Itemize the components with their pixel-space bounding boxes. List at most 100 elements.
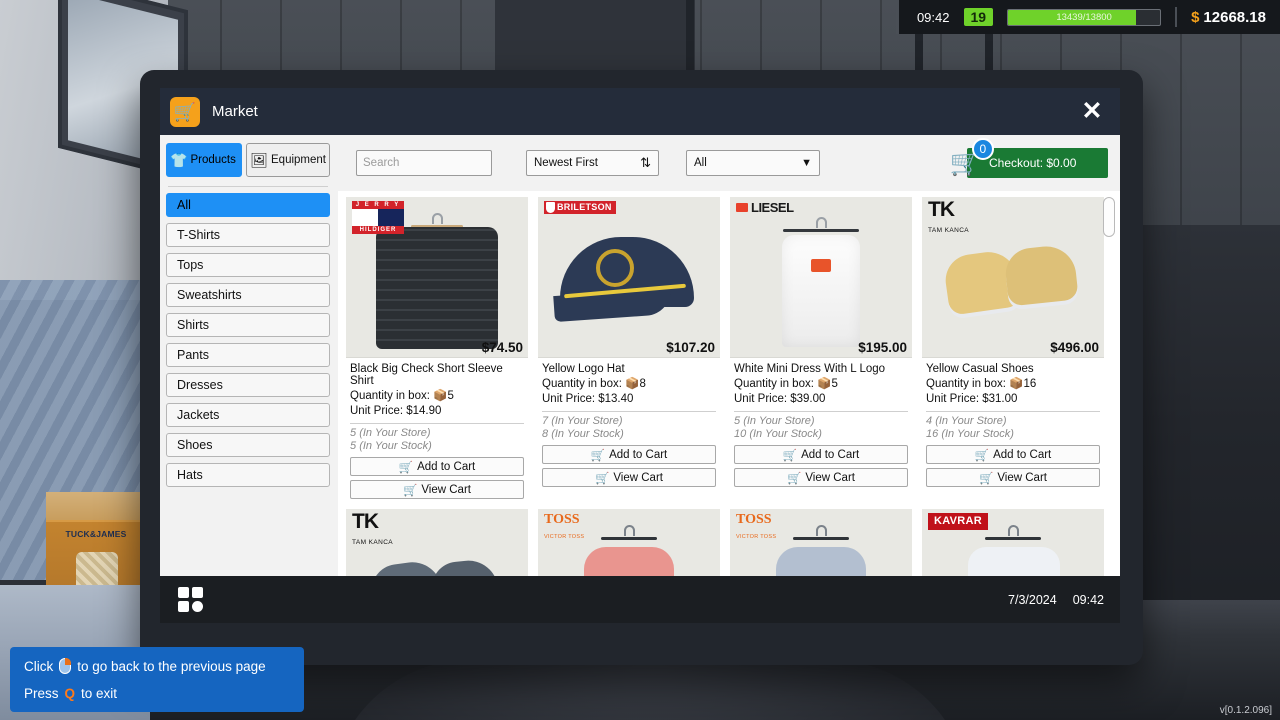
product-unit-price-line: Unit Price: $14.90 xyxy=(346,404,528,419)
sidebar-item-sweatshirts[interactable]: Sweatshirts xyxy=(166,283,330,307)
quantity-in-box-label: Quantity in box: xyxy=(350,390,430,402)
cart-plus-icon: 🛒 xyxy=(782,449,798,462)
category-list: All T-Shirts Tops Sweatshirts Shirts Pan… xyxy=(166,193,330,487)
cart-plus-icon: 🛒 xyxy=(590,449,606,462)
plaid-shirt-image xyxy=(376,227,498,349)
product-card[interactable]: TOSS VICTOR TOSS xyxy=(538,509,720,576)
view-cart-button[interactable]: 🛒 View Cart xyxy=(542,468,716,487)
tab-equipment[interactable]: 🖼 Equipment xyxy=(246,143,330,177)
divider xyxy=(734,411,908,412)
sort-dropdown[interactable]: Newest First ⇅ xyxy=(526,150,659,176)
hud-xp-bar: 13439/13800 xyxy=(1007,8,1162,26)
add-to-cart-label: Add to Cart xyxy=(801,448,860,461)
product-card[interactable]: LIESEL $195.00 White Mini Dress With L L… xyxy=(730,197,912,499)
search-input[interactable] xyxy=(363,157,517,169)
product-image: TOSS VICTOR TOSS xyxy=(730,509,912,576)
mouse-right-click-icon xyxy=(59,657,72,674)
monitor-bezel: 🛒 Market ✕ 👕 Products 🖼 Equipment All T-… xyxy=(140,70,1143,665)
scrollbar-track[interactable] xyxy=(1103,191,1118,576)
product-unit-price-line: Unit Price: $13.40 xyxy=(538,392,720,407)
brand-logo-tam-kanca: TK TAM KANCA xyxy=(928,198,970,234)
product-unit-price-line: Unit Price: $31.00 xyxy=(922,392,1104,407)
in-store-line: 7 (In Your Store) xyxy=(538,415,720,428)
in-stock-value: 8 xyxy=(542,428,549,440)
unit-price-value: $39.00 xyxy=(790,393,826,405)
product-qty-line: Quantity in box: 📦16 xyxy=(922,377,1104,392)
tab-products[interactable]: 👕 Products xyxy=(166,143,243,177)
control-hint-box: Click to go back to the previous page Pr… xyxy=(10,647,304,712)
window-title: Market xyxy=(212,103,258,120)
product-grid-scroll: J E R R Y HILDIGER $74.50 Black Big Chec… xyxy=(338,191,1120,576)
start-grid-icon[interactable] xyxy=(178,587,203,612)
filter-dropdown[interactable]: All ▼ xyxy=(686,150,820,176)
add-to-cart-button[interactable]: 🛒 Add to Cart xyxy=(542,445,716,464)
sidebar-item-pants[interactable]: Pants xyxy=(166,343,330,367)
in-stock-label: (In Your Stock) xyxy=(551,428,624,440)
office-chair xyxy=(330,660,970,720)
hint-click-label: Click xyxy=(24,658,54,674)
unit-price-label: Unit Price: xyxy=(734,393,788,405)
product-card[interactable]: BRILETSON $107.20 Yellow Logo Hat Quanti… xyxy=(538,197,720,499)
sort-updown-icon: ⇅ xyxy=(640,155,651,170)
sidebar-item-shoes[interactable]: Shoes xyxy=(166,433,330,457)
grey-shoes-image xyxy=(368,558,446,576)
box-icon: 📦 xyxy=(433,390,448,402)
in-store-value: 4 xyxy=(926,415,933,427)
content-area: Newest First ⇅ All ▼ 🛒 0 Checkout: $0.00 xyxy=(338,135,1120,576)
hanger-icon xyxy=(783,217,859,232)
in-store-value: 5 xyxy=(734,415,741,427)
close-icon[interactable]: ✕ xyxy=(1072,92,1112,132)
product-card[interactable]: KAVRAR xyxy=(922,509,1104,576)
in-stock-value: 10 xyxy=(734,428,747,440)
type-tab-group: 👕 Products 🖼 Equipment xyxy=(166,143,330,177)
unit-price-value: $14.90 xyxy=(406,405,442,417)
cart-icon: 🛒 xyxy=(979,472,994,485)
sidebar-item-t-shirts[interactable]: T-Shirts xyxy=(166,223,330,247)
quantity-in-box-label: Quantity in box: xyxy=(542,378,622,390)
pink-top-image xyxy=(584,547,674,576)
sidebar-item-shirts[interactable]: Shirts xyxy=(166,313,330,337)
in-stock-value: 5 xyxy=(350,440,357,452)
in-store-label: (In Your Store) xyxy=(935,415,1007,427)
quantity-in-box-label: Quantity in box: xyxy=(734,378,814,390)
view-cart-button[interactable]: 🛒 View Cart xyxy=(926,468,1100,487)
sidebar-item-all[interactable]: All xyxy=(166,193,330,217)
in-stock-label: (In Your Stock) xyxy=(941,428,1014,440)
divider xyxy=(1175,7,1178,27)
product-name: Yellow Logo Hat xyxy=(542,363,625,375)
sort-value: Newest First xyxy=(534,157,598,169)
add-to-cart-button[interactable]: 🛒 Add to Cart xyxy=(926,445,1100,464)
chevron-down-icon: ▼ xyxy=(801,157,812,169)
currency-icon: $ xyxy=(1191,8,1200,26)
add-to-cart-button[interactable]: 🛒 Add to Cart xyxy=(734,445,908,464)
view-cart-button[interactable]: 🛒 View Cart xyxy=(734,468,908,487)
checkout-label: Checkout: $0.00 xyxy=(989,156,1077,170)
scrollbar-thumb[interactable] xyxy=(1103,197,1115,237)
sidebar-item-jackets[interactable]: Jackets xyxy=(166,403,330,427)
product-card[interactable]: J E R R Y HILDIGER $74.50 Black Big Chec… xyxy=(346,197,528,499)
add-to-cart-button[interactable]: 🛒 Add to Cart xyxy=(350,457,524,476)
in-store-line: 4 (In Your Store) xyxy=(922,415,1104,428)
cart-icon: 🛒 xyxy=(595,472,610,485)
qty-in-box-value: 16 xyxy=(1023,378,1037,390)
poster-brand-label: TUCK&JAMES xyxy=(65,529,127,539)
product-image: J E R R Y HILDIGER $74.50 xyxy=(346,197,528,358)
product-card[interactable]: TOSS VICTOR TOSS xyxy=(730,509,912,576)
search-box[interactable] xyxy=(356,150,517,176)
sidebar-item-dresses[interactable]: Dresses xyxy=(166,373,330,397)
view-cart-button[interactable]: 🛒 View Cart xyxy=(350,480,524,499)
in-stock-line: 10 (In Your Stock) xyxy=(730,428,912,441)
product-card[interactable]: TK TAM KANCA $496.00 Yellow Casual Shoes … xyxy=(922,197,1104,499)
in-stock-line: 8 (In Your Stock) xyxy=(538,428,720,441)
cap-emblem xyxy=(596,249,634,287)
version-label: v[0.1.2.096] xyxy=(1219,705,1272,716)
product-image: TOSS VICTOR TOSS xyxy=(538,509,720,576)
product-card[interactable]: TK TAM KANCA xyxy=(346,509,528,576)
unit-price-value: $13.40 xyxy=(598,393,634,405)
in-store-value: 5 xyxy=(350,427,357,439)
hud-money-value: 12668.18 xyxy=(1203,8,1266,26)
sidebar-item-hats[interactable]: Hats xyxy=(166,463,330,487)
product-image: BRILETSON $107.20 xyxy=(538,197,720,358)
cart-count-badge: 0 xyxy=(971,138,994,160)
sidebar-item-tops[interactable]: Tops xyxy=(166,253,330,277)
